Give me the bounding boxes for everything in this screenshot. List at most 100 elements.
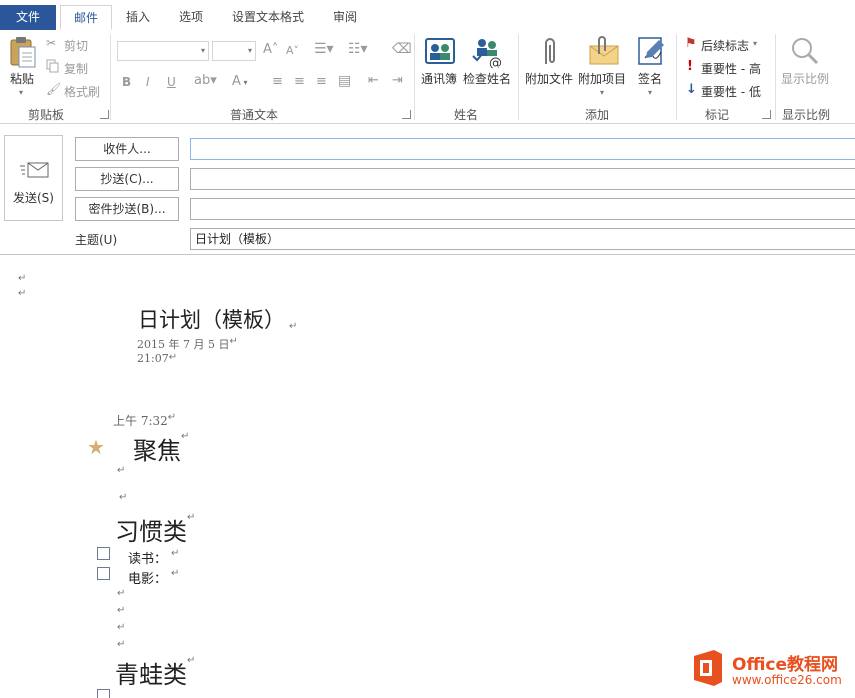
basic-text-launcher-icon[interactable] [402, 110, 411, 119]
frog-heading: 青蛙类↵ [115, 655, 187, 690]
bcc-field[interactable] [190, 198, 855, 220]
attach-item-label: 附加项目 [578, 70, 626, 87]
to-button[interactable]: 收件人... [75, 137, 179, 161]
paragraph-mark: ↵ [117, 588, 125, 599]
zoom-group-label: 显示比例 [780, 106, 832, 123]
ribbon-separator [676, 34, 677, 120]
note-title-text: 日计划（模板） [138, 308, 285, 332]
highlight-icon[interactable]: ab▾ [194, 73, 217, 88]
font-size-combo[interactable]: ▾ [212, 41, 256, 61]
align-center-icon[interactable]: ≡ [294, 74, 305, 89]
watermark: Office教程网 www.office26.com [690, 646, 850, 694]
low-importance-button[interactable]: ↓ 重要性 - 低 [685, 82, 770, 100]
signature-button[interactable]: 签名 ▾ [634, 36, 670, 104]
check-names-button[interactable]: @ 检查姓名 [462, 36, 512, 94]
paperclip-icon [540, 36, 558, 68]
tab-mail[interactable]: 邮件 [60, 5, 112, 30]
habit-item-text: 读书： [128, 552, 167, 567]
tags-launcher-icon[interactable] [762, 110, 771, 119]
tab-file[interactable]: 文件 [0, 5, 56, 30]
address-book-icon [424, 36, 456, 66]
tab-insert[interactable]: 插入 [118, 5, 158, 29]
font-color-icon: A [232, 74, 241, 89]
to-field[interactable] [190, 138, 855, 160]
todo-checkbox[interactable] [97, 689, 110, 698]
message-body[interactable]: ↵ ↵ 日计划（模板）↵ 2015 年 7 月 5 日↵ 21:07↵ 上午 7… [0, 255, 855, 698]
tab-format-text[interactable]: 设置文本格式 [222, 5, 314, 29]
todo-checkbox[interactable] [97, 567, 110, 580]
shrink-font-icon[interactable]: A˅ [286, 44, 299, 57]
paragraph-mark: ↵ [117, 639, 125, 650]
bold-button[interactable]: B [122, 75, 131, 89]
clipboard-group-label: 剪贴板 [18, 106, 74, 123]
star-icon: ★ [87, 435, 105, 459]
high-importance-button[interactable]: ! 重要性 - 高 [685, 59, 770, 77]
chevron-down-icon: ▾ [600, 88, 604, 97]
todo-checkbox[interactable] [97, 547, 110, 560]
bullets-icon[interactable]: ☰▾ [314, 41, 334, 57]
font-color-button[interactable]: A ▾ [232, 74, 247, 89]
paragraph-mark: ↵ [229, 336, 237, 347]
note-time-text: 21:07 [137, 352, 169, 365]
ribbon-tab-bar: 文件 邮件 插入 选项 设置文本格式 审阅 [0, 0, 855, 31]
svg-text:@: @ [489, 56, 502, 68]
ribbon-separator [518, 34, 519, 120]
ribbon-separator [110, 34, 111, 120]
attach-item-button[interactable]: 附加项目 ▾ [578, 36, 630, 104]
basic-text-group-label: 普通文本 [218, 106, 290, 123]
align-right-icon[interactable]: ≡ [316, 74, 327, 89]
clipboard-launcher-icon[interactable] [100, 110, 109, 119]
paste-dropdown-icon[interactable]: ▾ [19, 88, 23, 97]
underline-button[interactable]: U [167, 75, 176, 89]
note-title: 日计划（模板）↵ [138, 304, 293, 334]
address-book-label: 通讯簿 [421, 70, 457, 87]
cc-field[interactable] [190, 168, 855, 190]
note-time: 21:07↵ [137, 352, 169, 365]
send-button[interactable]: 发送(S) [4, 135, 63, 221]
paste-label: 粘贴 [10, 70, 34, 87]
italic-button[interactable]: I [146, 75, 150, 89]
grow-font-icon[interactable]: A˄ [263, 42, 278, 57]
zoom-button[interactable]: 显示比例 [779, 36, 833, 94]
bcc-button[interactable]: 密件抄送(B)... [75, 197, 179, 221]
chevron-down-icon: ▾ [248, 46, 252, 55]
tab-options[interactable]: 选项 [170, 5, 212, 29]
flag-icon: ⚑ [685, 36, 697, 51]
note-timestamp-text: 上午 7:32 [113, 414, 168, 428]
justify-icon[interactable]: ▤ [338, 73, 351, 89]
align-left-icon[interactable]: ≡ [272, 74, 283, 89]
attach-file-button[interactable]: 附加文件 [524, 36, 576, 94]
watermark-brand: Office教程网 [732, 650, 838, 675]
increase-indent-icon[interactable]: ⇥ [392, 73, 403, 88]
watermark-url: www.office26.com [732, 673, 842, 687]
tab-review[interactable]: 审阅 [324, 5, 366, 29]
attach-file-label: 附加文件 [525, 70, 573, 87]
paragraph-mark: ↵ [119, 492, 127, 503]
focus-heading: 聚焦↵ [133, 431, 181, 466]
cc-button[interactable]: 抄送(C)... [75, 167, 179, 191]
subject-field[interactable]: 日计划（模板） [190, 228, 855, 250]
paragraph-mark: ↵ [171, 548, 179, 559]
follow-up-button[interactable]: ⚑ 后续标志 ▾ [685, 36, 770, 54]
decrease-indent-icon[interactable]: ⇤ [368, 73, 379, 88]
habit-item: 读书：↵ [128, 548, 167, 567]
paragraph-mark: ↵ [187, 655, 195, 666]
paste-button[interactable]: 粘贴 ▾ [6, 36, 40, 98]
note-timestamp: 上午 7:32↵ [113, 412, 168, 429]
font-name-combo[interactable]: ▾ [117, 41, 209, 61]
paragraph-mark: ↵ [289, 321, 297, 332]
cut-label: 剪切 [64, 37, 88, 54]
zoom-label: 显示比例 [781, 70, 829, 87]
address-book-button[interactable]: 通讯簿 [419, 36, 461, 94]
names-group-label: 姓名 [440, 106, 492, 123]
clear-formatting-icon[interactable]: ⌫ [392, 41, 412, 57]
exclamation-icon: ! [687, 59, 693, 74]
habit-item: 电影：↵ [128, 568, 167, 587]
arrow-down-icon: ↓ [686, 82, 697, 97]
numbering-icon[interactable]: ☷▾ [348, 41, 368, 57]
high-importance-label: 重要性 - 高 [701, 60, 761, 77]
brush-icon: 🖌 [46, 82, 61, 96]
envelope-attach-icon [587, 36, 621, 68]
paragraph-mark: ↵ [171, 568, 179, 579]
format-painter-label: 格式刷 [64, 83, 100, 100]
